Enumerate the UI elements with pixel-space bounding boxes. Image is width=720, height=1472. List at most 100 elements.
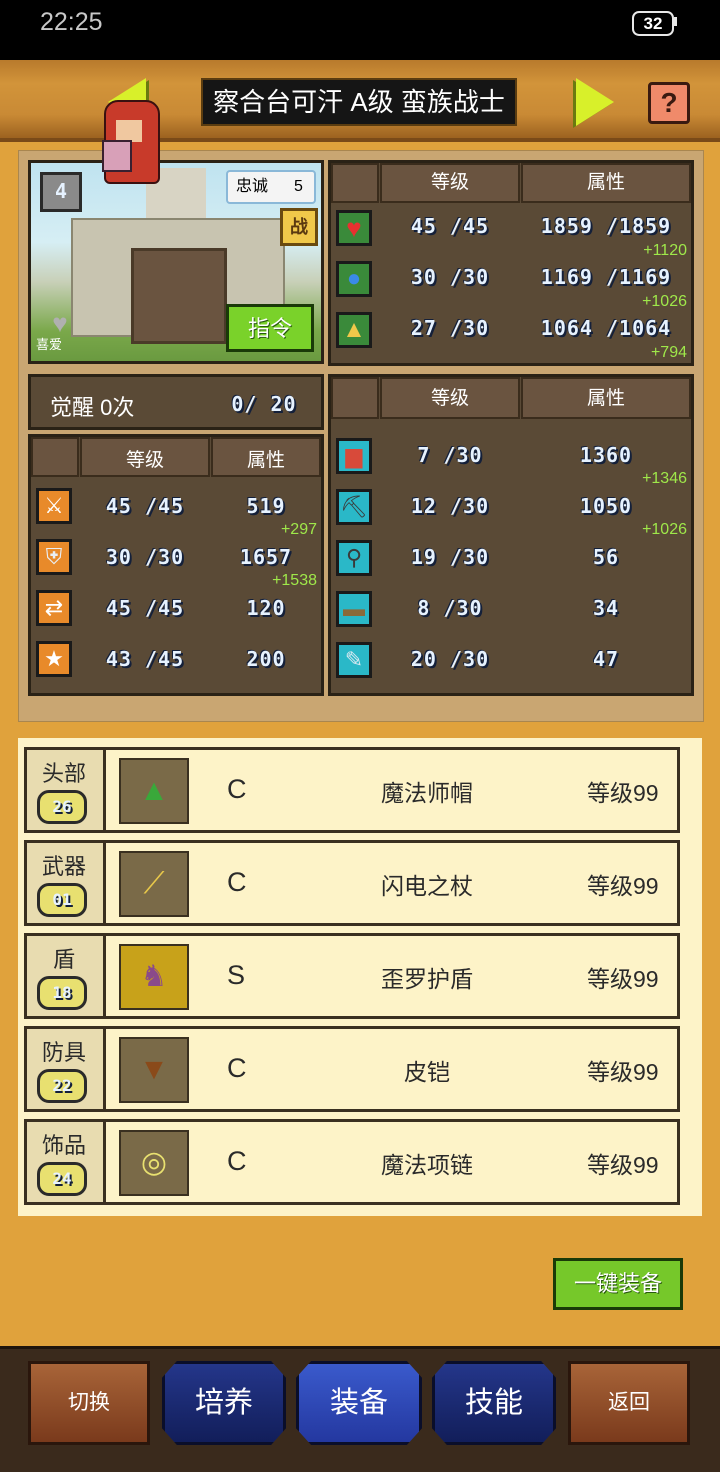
heart-icon: ♥ xyxy=(336,210,372,246)
item-grade: C xyxy=(227,1146,247,1176)
top-stats-attr-header: 属性 xyxy=(521,163,691,203)
right-stats-level-header: 等级 xyxy=(380,377,520,419)
star-icon: ★ xyxy=(36,641,72,677)
left-stat-bonus: +297 xyxy=(280,521,317,538)
top-stat-value: 1064 /1064 xyxy=(540,316,672,340)
cart-icon: ▬ xyxy=(336,591,372,627)
left-stat-level: 45 /45 xyxy=(105,596,185,620)
awakening-label: 觉醒 0次 xyxy=(50,395,135,420)
item-level: 等级99 xyxy=(587,780,659,806)
right-stat-bonus: +1026 xyxy=(642,521,687,538)
item-level: 等级99 xyxy=(587,873,659,899)
loyalty-value: 5 xyxy=(294,178,303,195)
train-tab[interactable]: 培养 xyxy=(162,1361,286,1445)
top-stat-level: 27 /30 xyxy=(410,316,490,340)
item-grade: S xyxy=(227,960,246,990)
awakening-progress: 0/ 20 xyxy=(231,392,297,416)
item-name: 歪罗护盾 xyxy=(381,966,473,992)
next-arrow-icon[interactable] xyxy=(576,78,614,126)
potion-icon: ● xyxy=(336,261,372,297)
item-level: 等级99 xyxy=(587,1152,659,1178)
slot-level-badge: 01 xyxy=(37,883,87,917)
slot-level-badge: 22 xyxy=(37,1069,87,1103)
left-stat-level: 43 /45 xyxy=(105,647,185,671)
top-stats-corner xyxy=(331,163,379,203)
leather-armor-icon: ▼ xyxy=(119,1037,189,1103)
top-stat-level: 45 /45 xyxy=(410,214,490,238)
slot-label-box: 饰品 24 xyxy=(27,1122,106,1202)
left-stats-level-header: 等级 xyxy=(80,437,210,477)
left-stat-value: 120 xyxy=(246,596,286,620)
right-stat-level: 19 /30 xyxy=(410,545,490,569)
right-stat-value: 34 xyxy=(592,596,620,620)
equip-tab[interactable]: 装备 xyxy=(296,1361,422,1445)
top-stat-value: 1859 /1859 xyxy=(540,214,672,238)
battle-icon[interactable]: 战 xyxy=(280,208,318,246)
equipment-row-accessory[interactable]: 饰品 24 ◎ C 魔法项链 等级99 xyxy=(24,1119,680,1205)
top-stat-level: 30 /30 xyxy=(410,265,490,289)
scroll-icon: ✎ xyxy=(336,642,372,678)
equipment-row-weapon[interactable]: 武器 01 ⟋ C 闪电之杖 等级99 xyxy=(24,840,680,926)
speed-icon: ⇄ xyxy=(36,590,72,626)
book-icon: ▆ xyxy=(336,438,372,474)
top-stats-level-header: 等级 xyxy=(380,163,520,203)
slot-name: 武器 xyxy=(41,854,86,879)
character-face xyxy=(116,120,142,142)
favorite-label: 喜爱 xyxy=(36,337,63,352)
slot-name: 头部 xyxy=(41,761,86,786)
top-stat-value: 1169 /1169 xyxy=(540,265,672,289)
left-stat-bonus: +1538 xyxy=(272,572,317,589)
slot-name: 饰品 xyxy=(41,1133,86,1158)
right-stat-level: 20 /30 xyxy=(410,647,490,671)
item-grade: C xyxy=(227,1053,247,1083)
back-button[interactable]: 返回 xyxy=(568,1361,690,1445)
item-level: 等级99 xyxy=(587,966,659,992)
slot-level-badge: 18 xyxy=(37,976,87,1010)
sword-icon: ⚔ xyxy=(36,488,72,524)
item-grade: C xyxy=(227,774,247,804)
left-stat-value: 519 xyxy=(246,494,286,518)
left-stat-level: 30 /30 xyxy=(105,545,185,569)
item-name: 闪电之杖 xyxy=(381,873,473,899)
item-name: 皮铠 xyxy=(404,1059,450,1085)
item-grade: C xyxy=(227,867,247,897)
battery-indicator: 32 xyxy=(632,11,674,36)
one-key-equip-button[interactable]: 一键装备 xyxy=(553,1258,683,1310)
item-level: 等级99 xyxy=(587,1059,659,1085)
slot-label-box: 武器 01 xyxy=(27,843,106,923)
status-time: 22:25 xyxy=(40,8,103,36)
staff-icon: ⟋ xyxy=(119,851,189,917)
slot-name: 防具 xyxy=(41,1040,86,1065)
rank-badge: 4 xyxy=(40,172,82,212)
skills-tab[interactable]: 技能 xyxy=(432,1361,556,1445)
necklace-icon: ◎ xyxy=(119,1130,189,1196)
slot-level-badge: 24 xyxy=(37,1162,87,1196)
castle-gate xyxy=(131,248,227,344)
battery-tip xyxy=(674,17,677,26)
slot-level-badge: 26 xyxy=(37,790,87,824)
slot-label-box: 头部 26 xyxy=(27,750,106,830)
left-stats-corner xyxy=(31,437,79,477)
right-stat-value: 56 xyxy=(592,545,620,569)
wizard-hat-icon: ▲ xyxy=(119,758,189,824)
command-button[interactable]: 指令 xyxy=(226,304,314,352)
right-stat-level: 8 /30 xyxy=(417,596,483,620)
switch-button[interactable]: 切换 xyxy=(28,1361,150,1445)
equipment-row-head[interactable]: 头部 26 ▲ C 魔法师帽 等级99 xyxy=(24,747,680,833)
right-stats-attr-header: 属性 xyxy=(521,377,691,419)
help-button[interactable]: ? xyxy=(648,82,690,124)
right-stat-value: 1050 xyxy=(579,494,633,518)
right-stat-level: 12 /30 xyxy=(410,494,490,518)
pet-sprite xyxy=(102,140,132,172)
loyalty-badge: 忠诚 5 xyxy=(226,170,316,204)
favorite-heart-icon[interactable]: ♥ xyxy=(45,310,75,336)
equipment-row-armor[interactable]: 防具 22 ▼ C 皮铠 等级99 xyxy=(24,1026,680,1112)
status-bar xyxy=(0,0,720,60)
right-stat-value: 1360 xyxy=(579,443,633,467)
right-stat-bonus: +1346 xyxy=(642,470,687,487)
equipment-row-shield[interactable]: 盾 18 ♞ S 歪罗护盾 等级99 xyxy=(24,933,680,1019)
left-stat-value: 200 xyxy=(246,647,286,671)
top-stat-bonus: +794 xyxy=(650,344,687,361)
loyalty-label: 忠诚 xyxy=(236,178,269,195)
left-stats-attr-header: 属性 xyxy=(211,437,321,477)
